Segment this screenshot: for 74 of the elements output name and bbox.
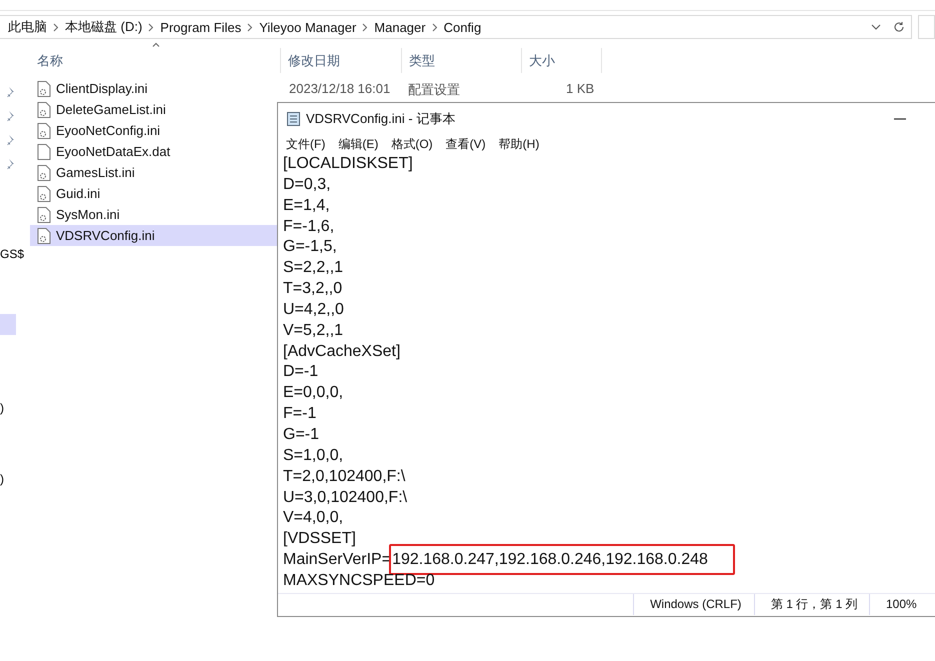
text-line: E=0,0,0, <box>283 384 344 402</box>
settings-file-icon <box>37 206 51 222</box>
nav-item[interactable]: ) <box>0 469 4 490</box>
nav-item[interactable]: ) <box>0 398 4 419</box>
date-cell: 2023/12/18 16:01 <box>289 81 390 96</box>
status-item: 100% <box>869 594 935 615</box>
text-line: U=4,2,,0 <box>283 300 344 318</box>
settings-file-icon <box>37 122 51 138</box>
text-line: F=-1,6, <box>283 218 334 235</box>
breadcrumb-item[interactable]: Yileyoo Manager <box>259 20 356 34</box>
chevron-down-icon[interactable] <box>871 24 881 30</box>
text-line: MainSerVerIP= <box>283 551 392 568</box>
column-header[interactable]: 修改日期 <box>281 48 402 73</box>
file-row[interactable]: SysMon.ini <box>30 204 277 225</box>
text-line: [AdvCacheXSet] <box>283 342 400 360</box>
refresh-icon[interactable] <box>893 21 905 33</box>
text-line: S=2,2,,1 <box>283 259 344 276</box>
breadcrumb-item[interactable]: Manager <box>374 20 426 34</box>
menu-item[interactable]: 文件(F) <box>286 136 326 152</box>
size-cell: 1 KB <box>566 81 594 96</box>
status-item: Windows (CRLF) <box>633 594 754 615</box>
file-row[interactable]: EyooNetConfig.ini <box>30 120 277 141</box>
text-line: S=1,0,0, <box>283 446 344 464</box>
column-header[interactable]: 名称 <box>30 48 281 73</box>
text-line: [VDSSET] <box>283 530 356 548</box>
column-header[interactable]: 类型 <box>402 48 522 73</box>
settings-file-icon <box>37 80 51 96</box>
window-title: VDSRVConfig.ini - 记事本 <box>306 110 456 128</box>
text-line: U=3,0,102400,F:\ <box>283 488 408 506</box>
text-line: [LOCALDISKSET] <box>283 155 413 172</box>
settings-file-icon <box>37 164 51 180</box>
menu-item[interactable]: 查看(V) <box>446 136 486 152</box>
menu-item[interactable]: 编辑(E) <box>338 136 378 152</box>
column-header[interactable]: 大小 <box>522 48 602 73</box>
text-line: V=5,2,,1 <box>283 322 344 339</box>
text-line: D=0,3, <box>283 176 331 193</box>
text-line: T=2,0,102400,F:\ <box>283 468 406 485</box>
text-line: G=-1,5, <box>283 238 337 256</box>
text-line: E=1,4, <box>283 196 330 214</box>
text-line: F=-1 <box>283 405 316 422</box>
chevron-right-icon <box>247 22 254 32</box>
breadcrumb-item[interactable]: Config <box>444 20 482 34</box>
minimize-icon[interactable] <box>894 118 906 120</box>
sort-caret-icon <box>152 42 160 47</box>
chevron-right-icon <box>362 22 368 32</box>
chevron-right-icon <box>53 22 59 32</box>
breadcrumb-item[interactable]: 本地磁盘 (D:) <box>65 18 142 36</box>
address-bar[interactable]: 此电脑 本地磁盘 (D:) Program Files Yileyoo Manager Manager Config <box>0 15 912 39</box>
notepad-icon <box>287 111 300 126</box>
menu-item[interactable]: 帮助(H) <box>498 136 540 152</box>
boxed-ip-list: 192.168.0.247,192.168.0.246,192.168.0.248 <box>389 544 735 576</box>
text-line: D=-1 <box>283 363 318 380</box>
menu-item[interactable]: 格式(O) <box>391 136 433 152</box>
text-line: G=-1 <box>283 426 320 443</box>
chevron-right-icon <box>432 22 438 32</box>
status-item: 第 1 行，第 1 列 <box>754 594 869 615</box>
settings-file-icon <box>37 186 51 202</box>
file-row[interactable]: ClientDisplay.ini <box>30 78 277 99</box>
file-row[interactable]: EyooNetDataEx.dat <box>30 141 277 162</box>
search-field[interactable] <box>918 15 935 39</box>
file-row[interactable]: DeleteGameList.ini <box>30 99 277 120</box>
nav-item[interactable]: GS$ <box>0 244 24 265</box>
text-line: V=4,0,0, <box>283 509 344 526</box>
blank-file-icon <box>37 144 51 160</box>
type-cell: 配置设置 <box>408 81 460 99</box>
settings-file-icon <box>37 228 51 244</box>
chevron-right-icon <box>148 22 154 32</box>
file-row[interactable]: GamesList.ini <box>30 162 277 183</box>
text-line: T=3,2,,0 <box>283 280 342 298</box>
file-row[interactable]: Guid.ini <box>30 183 277 204</box>
file-row[interactable]: VDSRVConfig.ini <box>30 225 277 246</box>
breadcrumb-item[interactable]: 此电脑 <box>8 18 47 36</box>
breadcrumb-item[interactable]: Program Files <box>160 20 242 34</box>
settings-file-icon <box>37 102 51 118</box>
